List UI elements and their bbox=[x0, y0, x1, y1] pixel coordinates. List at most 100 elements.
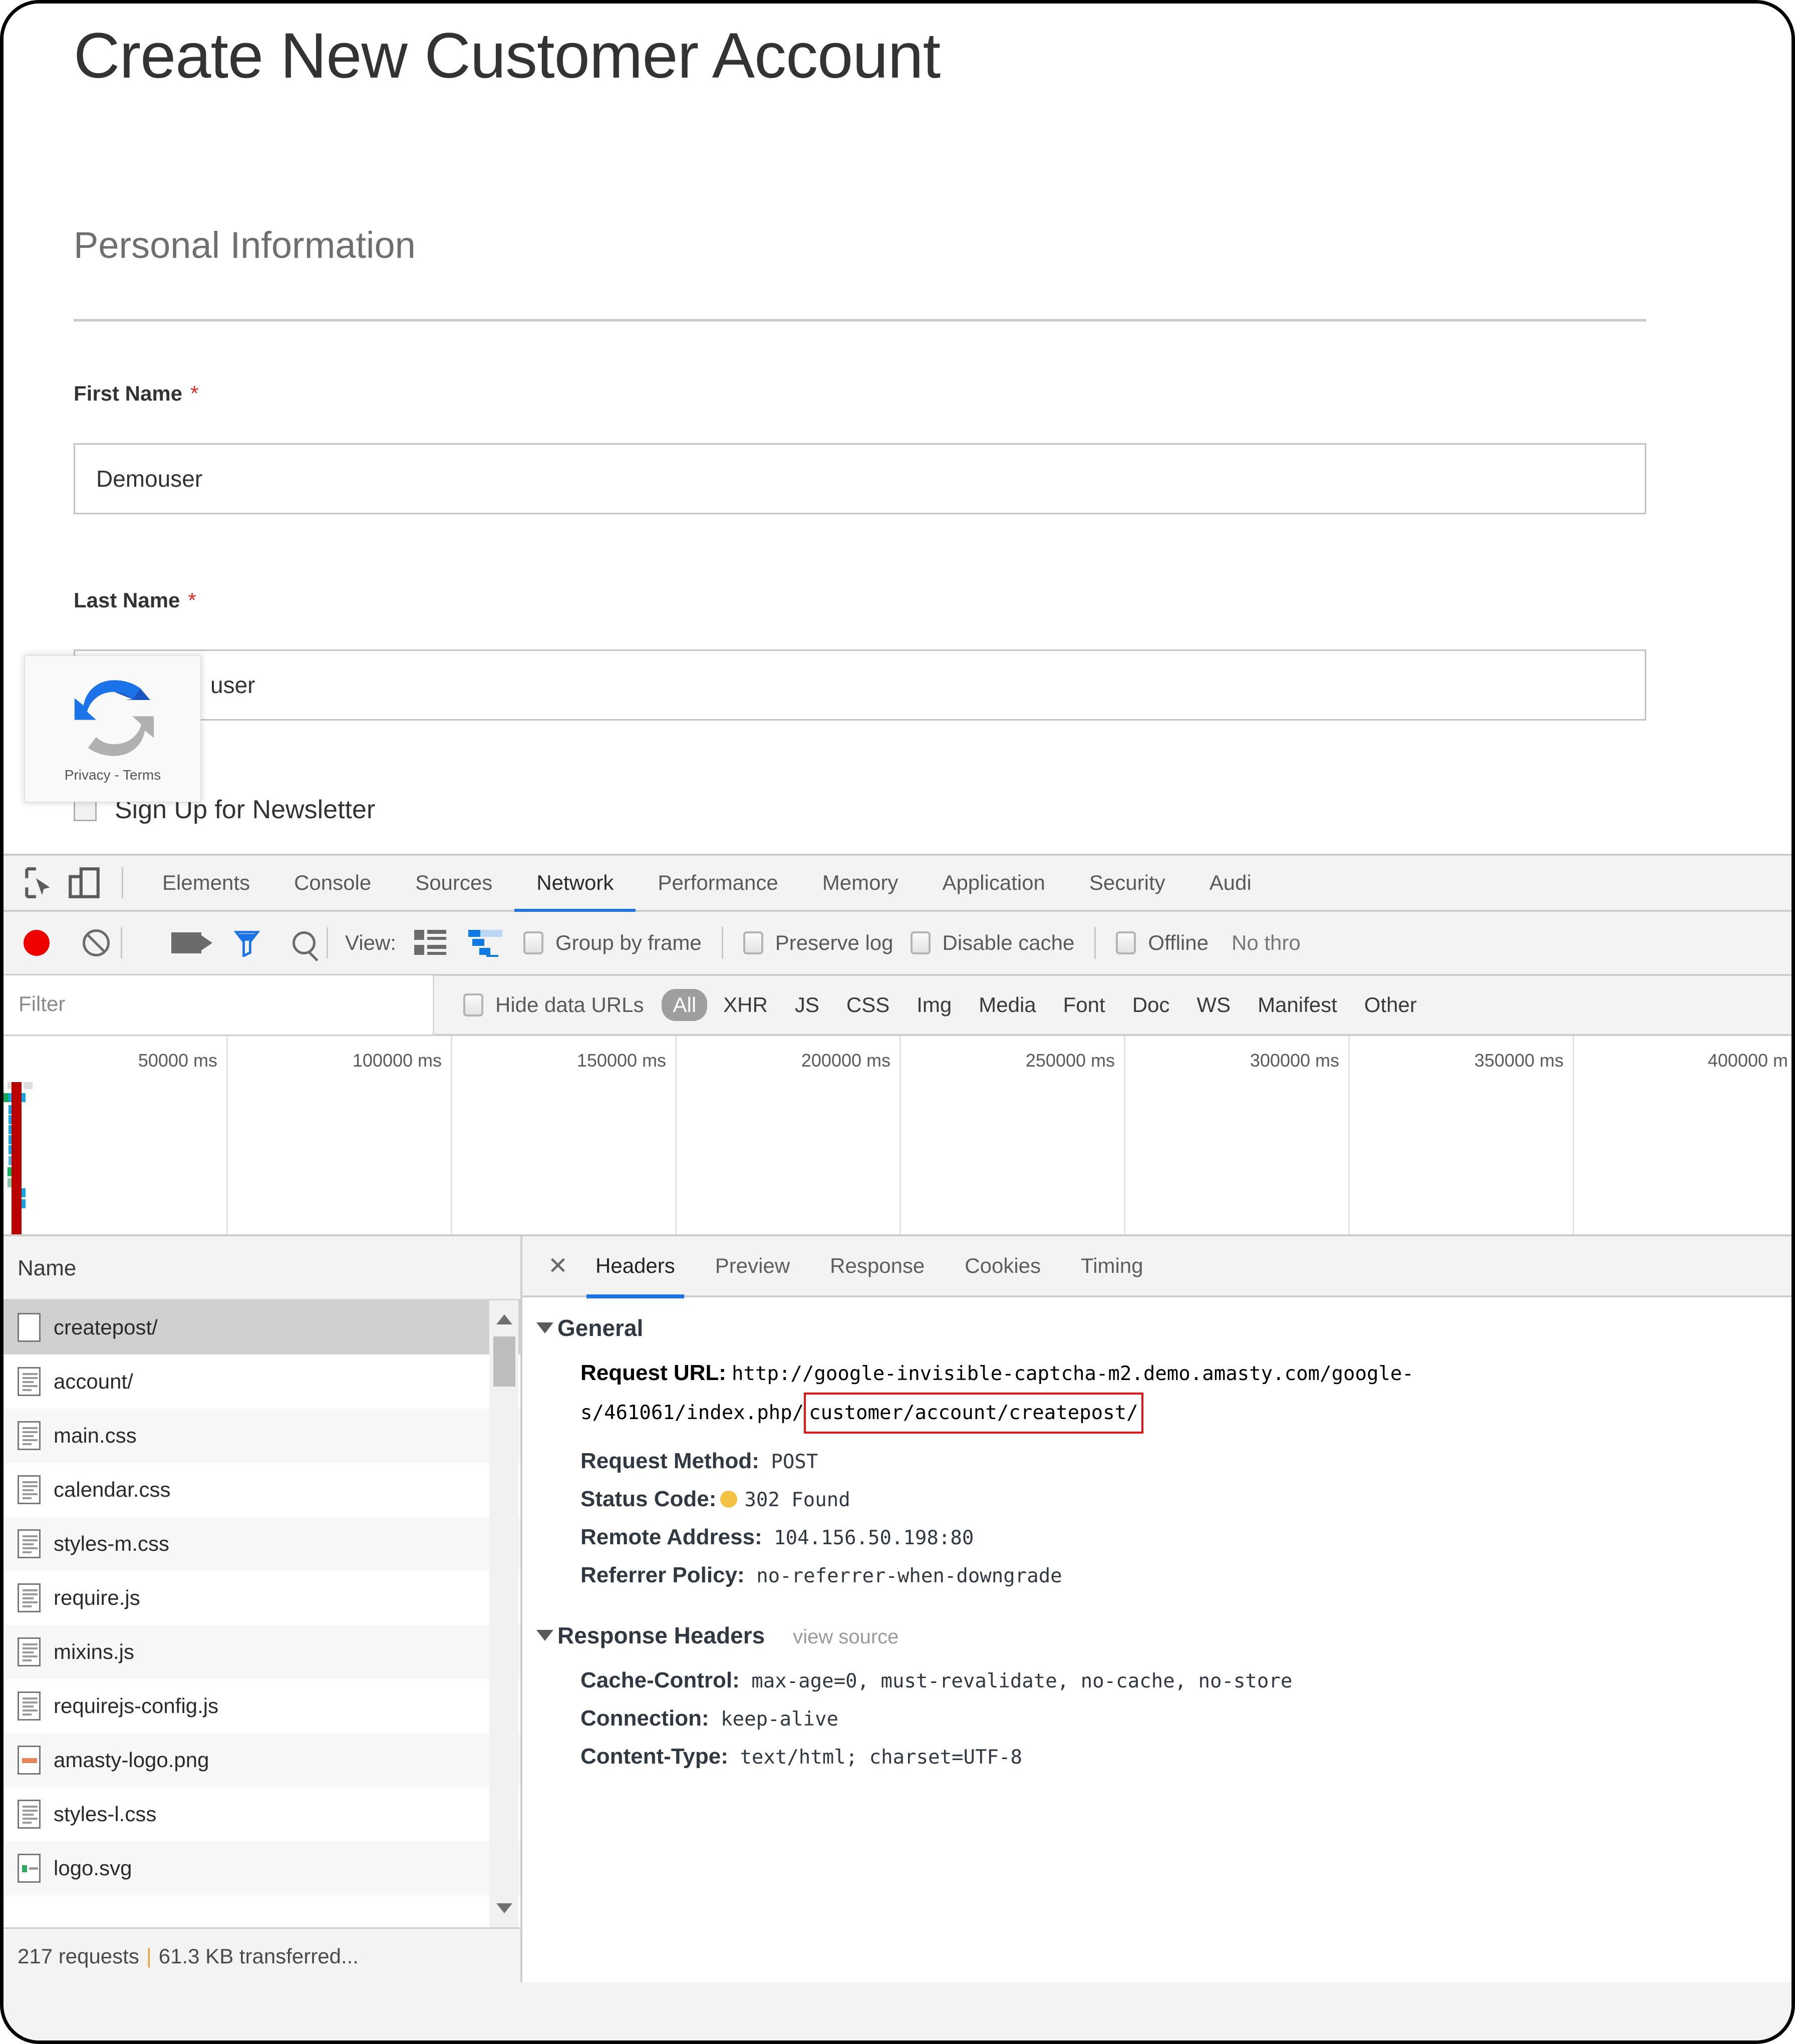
filter-all[interactable]: All bbox=[662, 989, 707, 1021]
image-icon bbox=[18, 1746, 41, 1775]
disable-cache-checkbox[interactable] bbox=[911, 931, 931, 954]
cache-control-label: Cache-Control: bbox=[580, 1668, 740, 1692]
group-by-frame-group[interactable]: Group by frame bbox=[523, 931, 702, 955]
filter-manifest[interactable]: Manifest bbox=[1247, 989, 1348, 1021]
first-name-input[interactable]: Demouser bbox=[74, 443, 1646, 514]
chevron-down-icon bbox=[536, 1630, 553, 1641]
table-row[interactable]: styles-l.css bbox=[4, 1787, 520, 1841]
record-button[interactable] bbox=[24, 930, 50, 956]
recaptcha-badge[interactable]: Privacy - Terms bbox=[25, 655, 201, 802]
tab-performance[interactable]: Performance bbox=[636, 855, 800, 911]
device-toolbar-icon[interactable] bbox=[66, 864, 103, 901]
view-source-link[interactable]: view source bbox=[793, 1626, 899, 1648]
recaptcha-terms[interactable]: Privacy - Terms bbox=[25, 767, 200, 783]
request-name: amasty-logo.png bbox=[54, 1748, 209, 1772]
tab-elements[interactable]: Elements bbox=[140, 855, 272, 911]
request-rows: createpost/ account/ main.css calendar.c… bbox=[4, 1300, 520, 1927]
filter-img[interactable]: Img bbox=[906, 989, 963, 1021]
tick-label: 200000 ms bbox=[801, 1050, 890, 1071]
table-row[interactable]: requirejs-config.js bbox=[4, 1679, 520, 1733]
table-row[interactable]: logo.svg bbox=[4, 1841, 520, 1895]
tab-security[interactable]: Security bbox=[1067, 855, 1187, 911]
remote-address-label: Remote Address: bbox=[580, 1525, 762, 1549]
tab-audits[interactable]: Audi bbox=[1187, 855, 1274, 911]
tick-label: 300000 ms bbox=[1250, 1050, 1339, 1071]
table-row[interactable]: main.css bbox=[4, 1409, 520, 1463]
connection-label: Connection: bbox=[580, 1706, 709, 1731]
tab-headers[interactable]: Headers bbox=[575, 1235, 695, 1296]
request-method-label: Request Method: bbox=[580, 1449, 759, 1473]
tab-preview[interactable]: Preview bbox=[695, 1235, 810, 1296]
general-section-header[interactable]: General bbox=[522, 1314, 1795, 1341]
hide-data-urls-checkbox[interactable] bbox=[463, 993, 483, 1016]
tab-network[interactable]: Network bbox=[514, 855, 636, 911]
tab-sources[interactable]: Sources bbox=[393, 855, 514, 911]
network-overview-timeline[interactable]: 50000 ms 100000 ms 150000 ms 200000 ms 2… bbox=[4, 1036, 1795, 1236]
filter-other[interactable]: Other bbox=[1353, 989, 1428, 1021]
devtools-tabbar: Elements Console Sources Network Perform… bbox=[4, 856, 1795, 912]
capture-screenshots-icon[interactable] bbox=[171, 932, 201, 953]
filter-xhr[interactable]: XHR bbox=[712, 989, 779, 1021]
connection-value: keep-alive bbox=[721, 1708, 838, 1731]
doc-icon bbox=[18, 1475, 41, 1504]
table-row[interactable]: mixins.js bbox=[4, 1625, 520, 1679]
browser-window: Create New Customer Account Personal Inf… bbox=[0, 0, 1795, 2044]
disable-cache-group[interactable]: Disable cache bbox=[911, 931, 1075, 955]
table-row[interactable]: amasty-logo.png bbox=[4, 1733, 520, 1787]
tab-memory[interactable]: Memory bbox=[800, 855, 921, 911]
filter-font[interactable]: Font bbox=[1052, 989, 1116, 1021]
tab-application[interactable]: Application bbox=[920, 855, 1067, 911]
request-url-prefix: http://google-invisible-captcha-m2.demo.… bbox=[732, 1362, 1414, 1385]
offline-checkbox[interactable] bbox=[1116, 931, 1136, 954]
inspect-element-icon[interactable] bbox=[21, 864, 58, 901]
preserve-log-group[interactable]: Preserve log bbox=[743, 931, 893, 955]
table-row[interactable]: calendar.css bbox=[4, 1463, 520, 1517]
group-by-frame-checkbox[interactable] bbox=[523, 931, 543, 954]
status-code-row: Status Code:302 Found bbox=[522, 1481, 1795, 1519]
search-icon[interactable] bbox=[292, 931, 316, 954]
timeline-grid: 50000 ms 100000 ms 150000 ms 200000 ms 2… bbox=[4, 1036, 1795, 1234]
request-name: calendar.css bbox=[54, 1478, 170, 1502]
hide-data-urls-group[interactable]: Hide data URLs bbox=[463, 993, 644, 1017]
clear-icon[interactable] bbox=[83, 929, 110, 956]
request-name-column-header[interactable]: Name bbox=[4, 1236, 520, 1300]
table-row[interactable]: account/ bbox=[4, 1354, 520, 1409]
filter-doc[interactable]: Doc bbox=[1121, 989, 1181, 1021]
request-list-scrollbar[interactable] bbox=[489, 1300, 518, 1927]
request-name: requirejs-config.js bbox=[54, 1694, 218, 1718]
filter-icon[interactable] bbox=[233, 929, 260, 957]
filter-js[interactable]: JS bbox=[784, 989, 830, 1021]
throttle-select[interactable]: No thro bbox=[1232, 931, 1301, 955]
last-name-input[interactable]: user bbox=[74, 649, 1646, 721]
table-row[interactable]: require.js bbox=[4, 1571, 520, 1625]
network-toolbar: View: bbox=[4, 912, 1795, 976]
table-row[interactable]: styles-m.css bbox=[4, 1517, 520, 1571]
status-code-value: 302 Found bbox=[744, 1489, 850, 1511]
toolbar-separator bbox=[722, 927, 723, 959]
preserve-log-checkbox[interactable] bbox=[743, 931, 763, 954]
tab-console[interactable]: Console bbox=[272, 855, 393, 911]
scroll-up-arrow-icon[interactable] bbox=[496, 1314, 512, 1324]
table-row[interactable]: createpost/ bbox=[4, 1300, 520, 1354]
tab-cookies[interactable]: Cookies bbox=[945, 1235, 1061, 1296]
scrollbar-thumb[interactable] bbox=[493, 1336, 515, 1387]
offline-label: Offline bbox=[1148, 931, 1209, 955]
first-name-label: First Name* bbox=[74, 382, 198, 406]
filter-media[interactable]: Media bbox=[968, 989, 1047, 1021]
tab-timing[interactable]: Timing bbox=[1061, 1235, 1163, 1296]
list-view-icon[interactable] bbox=[414, 929, 446, 957]
svg-icon bbox=[18, 1854, 41, 1883]
offline-group[interactable]: Offline bbox=[1116, 931, 1209, 955]
tick-label: 400000 m bbox=[1708, 1050, 1788, 1071]
tab-response[interactable]: Response bbox=[810, 1235, 945, 1296]
scroll-down-arrow-icon[interactable] bbox=[496, 1903, 512, 1913]
filter-ws[interactable]: WS bbox=[1185, 989, 1242, 1021]
close-icon[interactable]: ✕ bbox=[540, 1252, 575, 1280]
response-headers-section-header[interactable]: Response Headersview source bbox=[522, 1622, 1795, 1649]
cache-control-row: Cache-Control: max-age=0, must-revalidat… bbox=[522, 1662, 1795, 1700]
overview-request-bars bbox=[4, 1082, 59, 1234]
waterfall-view-icon[interactable] bbox=[468, 929, 506, 957]
filter-css[interactable]: CSS bbox=[835, 989, 901, 1021]
timeline-tick: 200000 ms bbox=[677, 1036, 901, 1234]
filter-input[interactable]: Filter bbox=[4, 975, 434, 1035]
